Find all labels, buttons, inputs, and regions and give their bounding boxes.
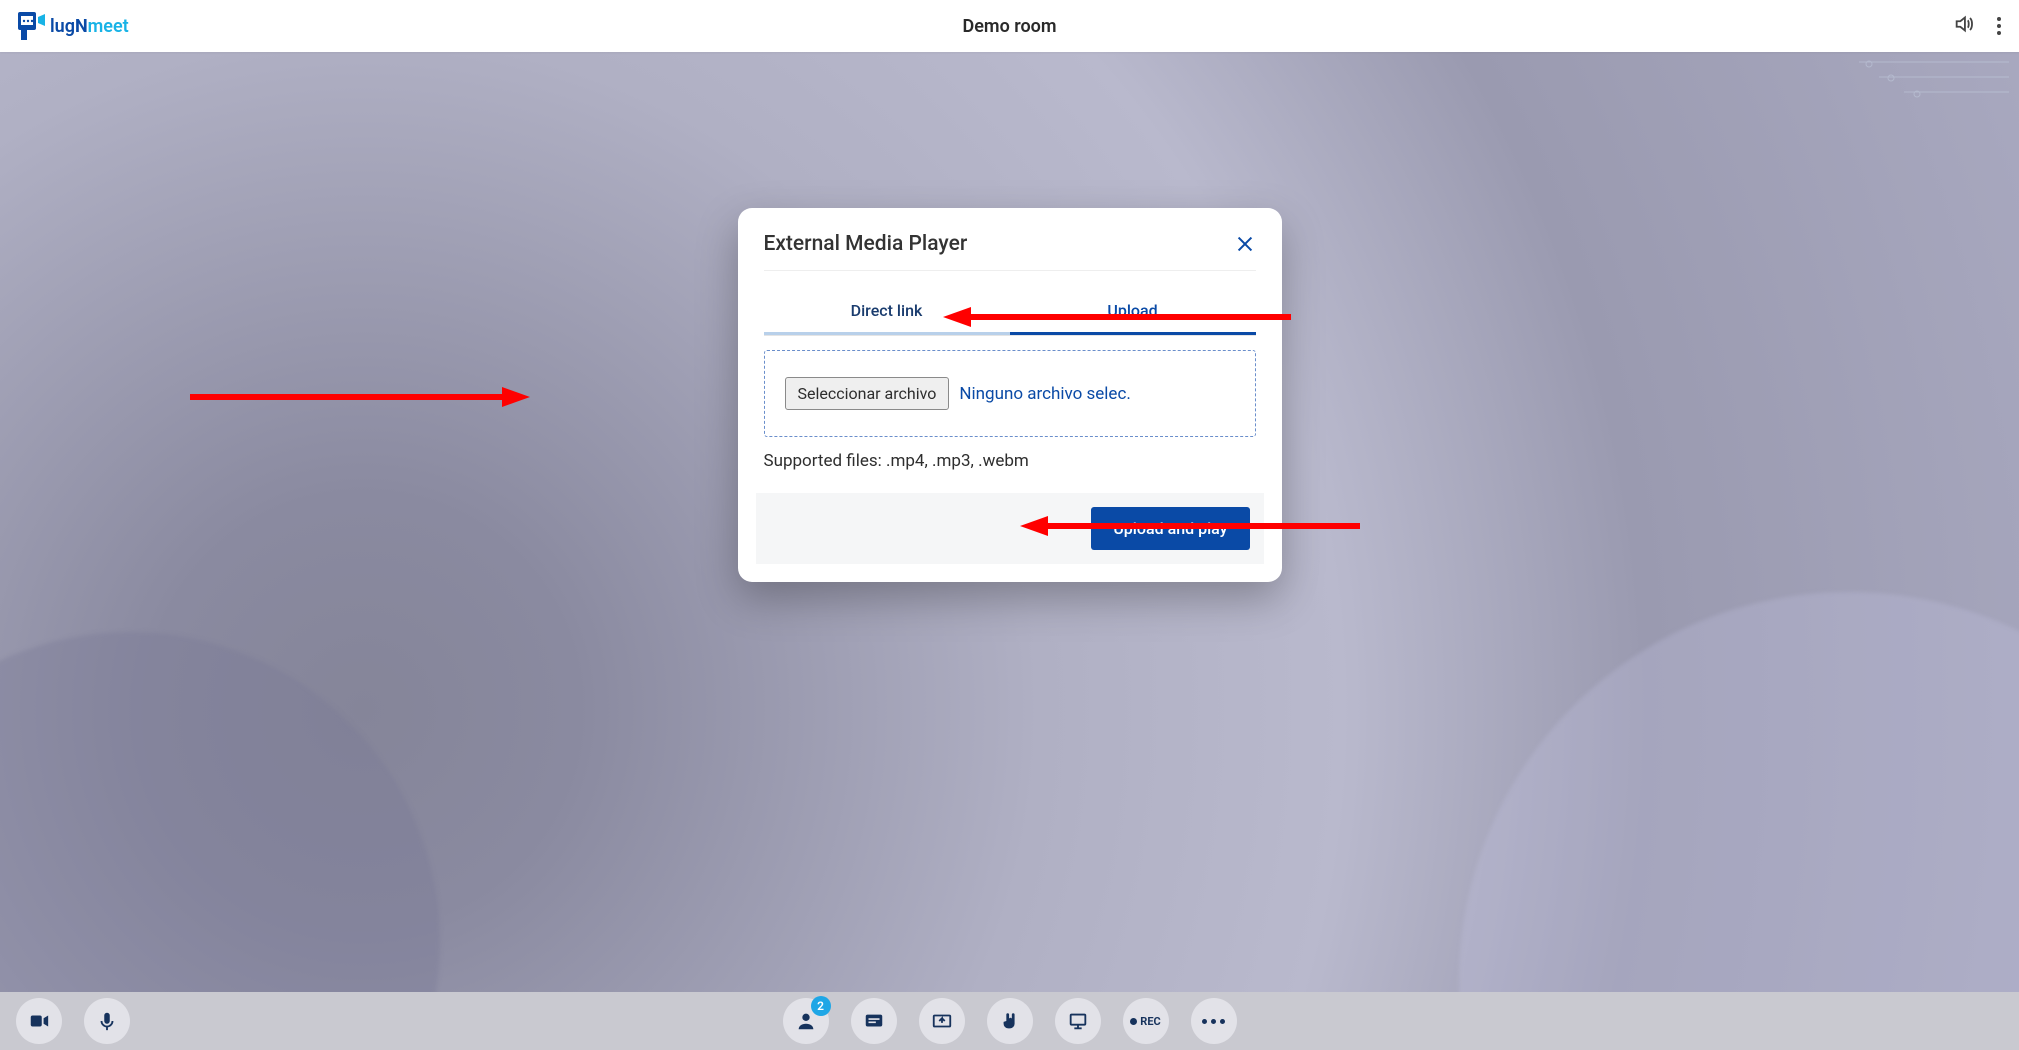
- tab-bar: Direct link Upload: [764, 291, 1256, 336]
- modal-title: External Media Player: [764, 232, 968, 256]
- modal-action-bar: Upload and play: [756, 493, 1264, 564]
- supported-files-hint: Supported files: .mp4, .mp3, .webm: [764, 451, 1256, 471]
- close-icon[interactable]: [1234, 233, 1256, 255]
- tab-direct-link[interactable]: Direct link: [764, 291, 1010, 335]
- file-dropzone[interactable]: Seleccionar archivo Ninguno archivo sele…: [764, 350, 1256, 437]
- upload-and-play-button[interactable]: Upload and play: [1091, 507, 1249, 550]
- file-status-text: Ninguno archivo selec.: [959, 384, 1130, 404]
- modal-overlay: External Media Player Direct link Upload…: [0, 0, 2019, 1050]
- choose-file-button[interactable]: Seleccionar archivo: [785, 377, 950, 410]
- external-media-modal: External Media Player Direct link Upload…: [738, 208, 1282, 582]
- tab-upload[interactable]: Upload: [1010, 291, 1256, 335]
